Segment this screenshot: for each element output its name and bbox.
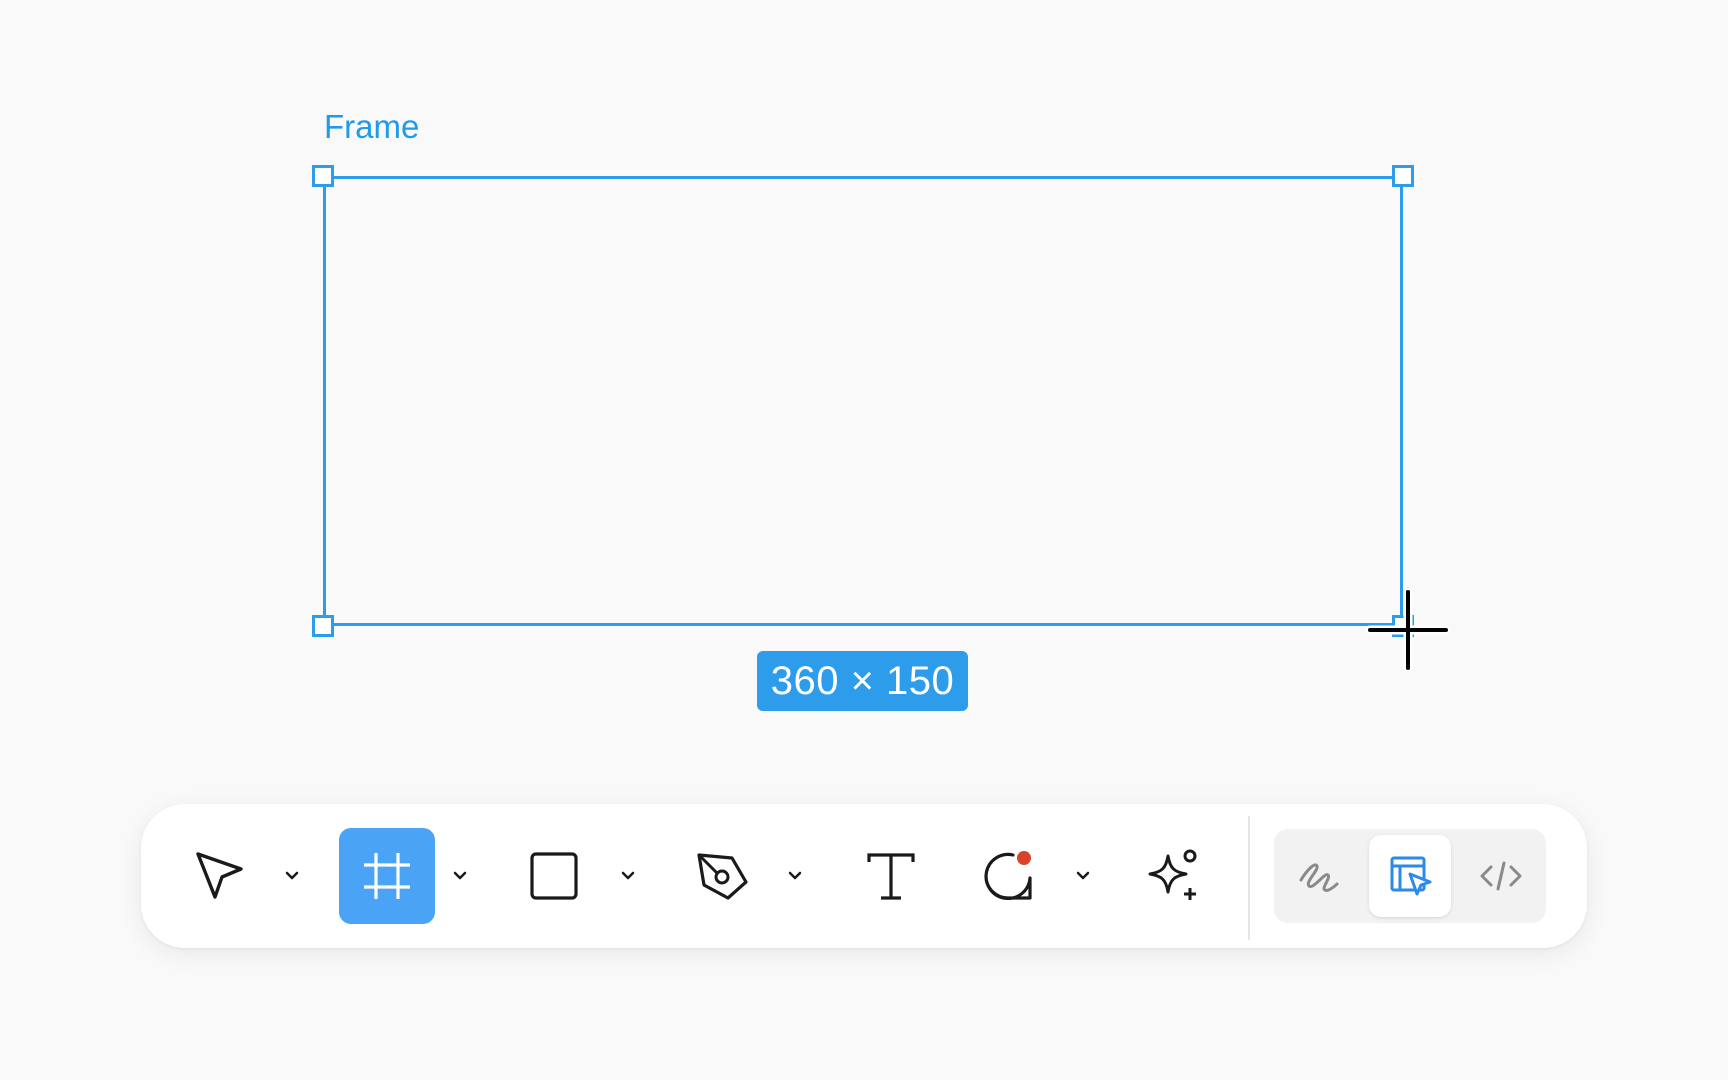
frame-label[interactable]: Frame xyxy=(324,110,419,143)
frame-tool-button[interactable] xyxy=(339,828,435,924)
resize-handle-bottom-left[interactable] xyxy=(312,615,334,637)
rectangle-tool-dropdown[interactable] xyxy=(608,856,648,896)
crosshair-cursor-icon xyxy=(1365,587,1451,673)
actions-tool-button[interactable] xyxy=(1126,828,1222,924)
chevron-down-icon xyxy=(1076,871,1090,880)
frame-tool-dropdown[interactable] xyxy=(440,856,480,896)
design-mode-button[interactable] xyxy=(1369,835,1451,917)
square-icon xyxy=(530,852,578,900)
design-cursor-icon xyxy=(1390,856,1432,896)
text-tool-button[interactable] xyxy=(843,828,939,924)
pen-tool-button[interactable] xyxy=(674,828,770,924)
pen-tool-dropdown[interactable] xyxy=(775,856,815,896)
code-brackets-icon xyxy=(1480,861,1522,891)
dimensions-badge: 360 × 150 xyxy=(757,651,968,711)
frame-selection[interactable] xyxy=(323,176,1403,626)
comment-tool-dropdown[interactable] xyxy=(1063,856,1103,896)
resize-handle-top-left[interactable] xyxy=(312,165,334,187)
mode-switcher xyxy=(1274,829,1546,923)
draw-mode-button[interactable] xyxy=(1278,835,1360,917)
toolbar-divider xyxy=(1248,816,1250,940)
move-tool-button[interactable] xyxy=(171,828,267,924)
pointer-arrow-icon xyxy=(196,852,243,899)
comment-bubble-icon xyxy=(984,851,1032,900)
hash-frame-icon xyxy=(364,853,410,899)
design-canvas[interactable]: Frame 360 × 150 xyxy=(0,0,1728,1080)
bottom-toolbar xyxy=(141,804,1587,948)
text-t-icon xyxy=(867,853,915,900)
chevron-down-icon xyxy=(621,871,635,880)
resize-handle-top-right[interactable] xyxy=(1392,165,1414,187)
move-tool-dropdown[interactable] xyxy=(272,856,312,896)
sparkle-plus-icon xyxy=(1148,849,1197,900)
chevron-down-icon xyxy=(453,871,467,880)
squiggle-icon xyxy=(1299,863,1339,892)
chevron-down-icon xyxy=(788,871,802,880)
pen-nib-icon xyxy=(697,853,748,900)
chevron-down-icon xyxy=(285,871,299,880)
dev-mode-button[interactable] xyxy=(1460,835,1542,917)
rectangle-tool-button[interactable] xyxy=(506,828,602,924)
comment-tool-button[interactable] xyxy=(960,828,1056,924)
